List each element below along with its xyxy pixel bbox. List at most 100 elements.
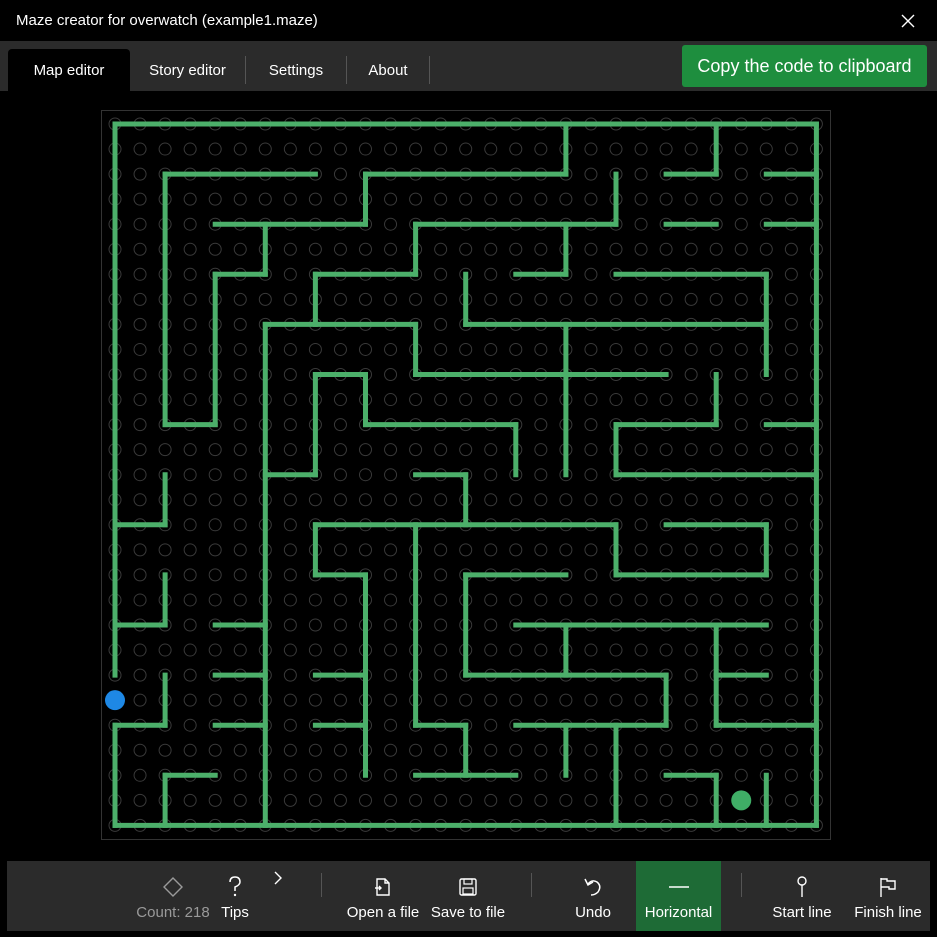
grid-node[interactable] — [133, 768, 147, 782]
grid-node[interactable] — [233, 743, 247, 757]
grid-node[interactable] — [534, 793, 548, 807]
grid-node[interactable] — [759, 393, 773, 407]
grid-node[interactable] — [133, 543, 147, 557]
grid-node[interactable] — [509, 643, 523, 657]
grid-node[interactable] — [233, 518, 247, 532]
grid-node[interactable] — [283, 568, 297, 582]
grid-node[interactable] — [333, 693, 347, 707]
maze-grid[interactable] — [102, 111, 832, 841]
grid-node[interactable] — [384, 468, 398, 482]
grid-node[interactable] — [759, 693, 773, 707]
grid-node[interactable] — [784, 543, 798, 557]
grid-node[interactable] — [584, 493, 598, 507]
grid-node[interactable] — [634, 493, 648, 507]
save-file-button[interactable]: Save to file — [427, 861, 509, 931]
grid-node[interactable] — [659, 493, 673, 507]
grid-node[interactable] — [384, 743, 398, 757]
grid-node[interactable] — [509, 693, 523, 707]
grid-node[interactable] — [609, 342, 623, 356]
grid-node[interactable] — [233, 393, 247, 407]
grid-node[interactable] — [684, 493, 698, 507]
grid-node[interactable] — [333, 493, 347, 507]
grid-node[interactable] — [384, 718, 398, 732]
grid-node[interactable] — [183, 267, 197, 281]
grid-node[interactable] — [158, 743, 172, 757]
grid-node[interactable] — [659, 643, 673, 657]
grid-node[interactable] — [308, 793, 322, 807]
grid-node[interactable] — [684, 693, 698, 707]
grid-node[interactable] — [308, 743, 322, 757]
grid-node[interactable] — [484, 393, 498, 407]
grid-node[interactable] — [233, 317, 247, 331]
grid-node[interactable] — [484, 142, 498, 156]
grid-node[interactable] — [208, 543, 222, 557]
grid-node[interactable] — [308, 643, 322, 657]
grid-node[interactable] — [384, 242, 398, 256]
grid-node[interactable] — [659, 593, 673, 607]
grid-node[interactable] — [584, 793, 598, 807]
grid-node[interactable] — [333, 292, 347, 306]
grid-node[interactable] — [734, 768, 748, 782]
grid-node[interactable] — [684, 668, 698, 682]
grid-node[interactable] — [784, 242, 798, 256]
grid-node[interactable] — [183, 342, 197, 356]
grid-node[interactable] — [133, 368, 147, 381]
grid-node[interactable] — [484, 593, 498, 607]
grid-node[interactable] — [434, 793, 448, 807]
grid-node[interactable] — [584, 443, 598, 457]
grid-node[interactable] — [308, 768, 322, 782]
grid-node[interactable] — [359, 443, 372, 457]
grid-node[interactable] — [634, 518, 648, 532]
grid-node[interactable] — [384, 693, 398, 707]
grid-node[interactable] — [434, 668, 448, 682]
grid-node[interactable] — [659, 793, 673, 807]
grid-node[interactable] — [784, 518, 798, 532]
start-point-marker[interactable] — [105, 690, 125, 711]
grid-node[interactable] — [534, 468, 548, 482]
grid-node[interactable] — [133, 242, 147, 256]
maze-canvas[interactable] — [101, 110, 831, 840]
grid-node[interactable] — [684, 393, 698, 407]
grid-node[interactable] — [784, 768, 798, 782]
grid-node[interactable] — [684, 643, 698, 657]
grid-node[interactable] — [659, 192, 673, 206]
grid-node[interactable] — [784, 743, 798, 757]
open-file-button[interactable]: Open a file — [343, 861, 423, 931]
grid-node[interactable] — [659, 543, 673, 557]
grid-node[interactable] — [784, 643, 798, 657]
grid-node[interactable] — [759, 192, 773, 206]
grid-node[interactable] — [509, 393, 523, 407]
grid-node[interactable] — [734, 418, 748, 432]
grid-node[interactable] — [384, 368, 398, 381]
grid-node[interactable] — [434, 342, 448, 356]
grid-node[interactable] — [359, 468, 372, 482]
grid-node[interactable] — [659, 393, 673, 407]
grid-node[interactable] — [183, 568, 197, 582]
grid-node[interactable] — [684, 743, 698, 757]
grid-node[interactable] — [484, 192, 498, 206]
grid-node[interactable] — [559, 543, 573, 557]
grid-node[interactable] — [283, 292, 297, 306]
grid-node[interactable] — [434, 142, 448, 156]
grid-node[interactable] — [283, 593, 297, 607]
grid-node[interactable] — [609, 292, 623, 306]
close-button[interactable] — [879, 0, 937, 41]
grid-node[interactable] — [784, 443, 798, 457]
grid-node[interactable] — [283, 718, 297, 732]
grid-node[interactable] — [634, 593, 648, 607]
grid-node[interactable] — [233, 493, 247, 507]
grid-node[interactable] — [484, 543, 498, 557]
grid-node[interactable] — [709, 543, 723, 557]
grid-node[interactable] — [584, 543, 598, 557]
grid-node[interactable] — [509, 793, 523, 807]
grid-node[interactable] — [734, 743, 748, 757]
grid-node[interactable] — [133, 167, 147, 181]
grid-node[interactable] — [233, 568, 247, 582]
grid-node[interactable] — [709, 242, 723, 256]
grid-node[interactable] — [434, 393, 448, 407]
grid-node[interactable] — [233, 693, 247, 707]
grid-node[interactable] — [734, 192, 748, 206]
grid-node[interactable] — [559, 793, 573, 807]
grid-node[interactable] — [233, 593, 247, 607]
grid-node[interactable] — [734, 217, 748, 231]
